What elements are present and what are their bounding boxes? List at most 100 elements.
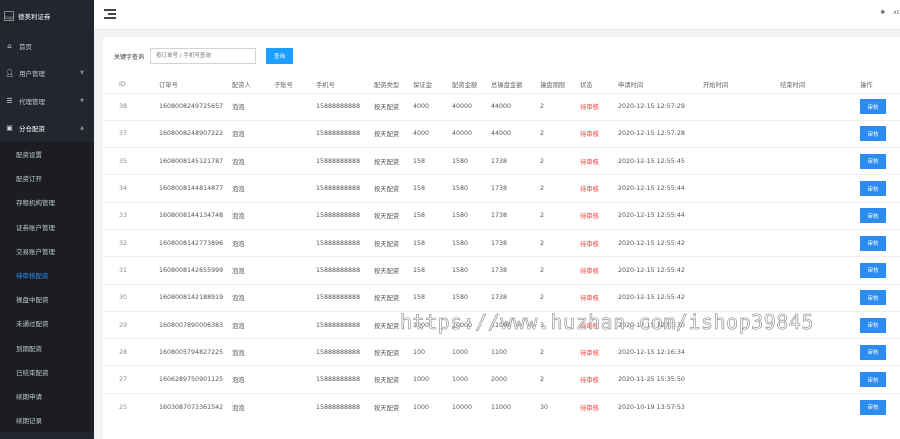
- review-button[interactable]: 审核: [860, 99, 886, 115]
- table-row[interactable]: 32 1608008142773896 泡泡 15888888888 按天配资 158 15…: [103, 228, 900, 257]
- cell-period: 2: [540, 256, 580, 285]
- cell-apply-time: 2020-12-15 12:51:30: [618, 310, 703, 339]
- sidebar-item-home[interactable]: ⌂ 首页: [0, 32, 94, 60]
- column-header[interactable]: 手机号: [316, 77, 374, 93]
- cell-period: 2: [540, 283, 580, 312]
- search-button[interactable]: 查询: [266, 48, 294, 64]
- cell-type: 按天配资: [374, 365, 413, 394]
- table-row[interactable]: 38 1608008249725657 泡泡 15888888888 按天配资 4000 4…: [103, 92, 900, 121]
- review-button[interactable]: 审核: [860, 208, 886, 224]
- cell-action: 审核: [860, 201, 900, 230]
- sidebar-subitem[interactable]: 配资设置: [0, 142, 94, 166]
- review-button[interactable]: 审核: [860, 153, 886, 169]
- column-header[interactable]: 子账号: [274, 77, 316, 93]
- sidebar-subitem[interactable]: 证券账户管理: [0, 215, 94, 239]
- cell-type: 按天配资: [374, 256, 413, 285]
- review-button[interactable]: 审核: [860, 262, 886, 278]
- sidebar-subitem[interactable]: 配资订开: [0, 166, 94, 190]
- cell-margin: 100: [413, 338, 452, 366]
- table-row[interactable]: 33 1608008144134748 泡泡 15888888888 按天配资 158 15…: [103, 201, 900, 230]
- status-badge: 待审核: [580, 228, 618, 257]
- review-button[interactable]: 审核: [860, 344, 886, 360]
- cell-order-no: 1608008142188919: [159, 283, 232, 312]
- table-row[interactable]: 31 1608008142655999 泡泡 15888888888 按天配资 158 15…: [103, 256, 900, 285]
- table-row[interactable]: 34 1608008144814877 泡泡 15888888888 按天配资 158 15…: [103, 174, 900, 203]
- cell-end-time: [780, 392, 860, 421]
- column-header[interactable]: 结束时间: [780, 77, 860, 93]
- cell-margin: 158: [413, 174, 452, 203]
- table-row[interactable]: 27 1606289750901125 泡泡 15888888888 按天配资 1000 1…: [103, 365, 900, 394]
- sidebar-subitem[interactable]: 操盘中配资: [0, 287, 94, 311]
- table-row[interactable]: 30 1608008142188919 泡泡 15888888888 按天配资 158 15…: [103, 283, 900, 312]
- user-name[interactable]: xc: [893, 9, 900, 16]
- cell-user: 泡泡: [232, 310, 274, 339]
- cell-amount: 1580: [452, 174, 491, 203]
- sidebar-subitem[interactable]: 续期记录: [0, 408, 94, 432]
- cell-id: 25: [103, 392, 159, 421]
- sidebar-subitem[interactable]: 已结束配资: [0, 360, 94, 384]
- review-button[interactable]: 审核: [860, 290, 886, 306]
- column-header[interactable]: 配资金额: [452, 77, 491, 93]
- cell-period: 2: [540, 201, 580, 230]
- logo[interactable]: logo 德美利证券: [0, 0, 94, 32]
- search-input[interactable]: [150, 48, 257, 64]
- cell-amount: 1000: [452, 365, 491, 394]
- sidebar-subitem-active[interactable]: 待审核配资: [0, 263, 94, 287]
- cell-end-time: [780, 147, 860, 175]
- cell-phone: 15888888888: [316, 338, 374, 366]
- sidebar-subitem[interactable]: 未通过配资: [0, 311, 94, 335]
- table-header-row: ID 订单号 配资人 子账号 手机号 配资类型 保证金 配资金额 总操盘金额 操…: [103, 77, 900, 93]
- cell-margin: 158: [413, 256, 452, 285]
- cell-apply-time: 2020-10-19 13:57:53: [618, 392, 703, 421]
- status-badge: 待审核: [580, 310, 618, 339]
- column-header[interactable]: 操盘期限: [540, 77, 580, 93]
- column-header[interactable]: 配资人: [232, 77, 274, 93]
- review-button[interactable]: 审核: [860, 235, 886, 251]
- review-button[interactable]: 审核: [860, 372, 886, 388]
- column-header[interactable]: 状态: [580, 77, 618, 93]
- cell-phone: 15888888888: [316, 310, 374, 339]
- cell-order-no: 1608007890006383: [159, 310, 232, 339]
- table-row[interactable]: 25 1603087073361542 泡泡 15888888888 按天配资 1000 1…: [103, 392, 900, 421]
- menu-toggle-icon[interactable]: [104, 9, 116, 19]
- column-header[interactable]: 订单号: [159, 77, 232, 93]
- sidebar-subitem[interactable]: 交易账户管理: [0, 239, 94, 263]
- sidebar-item-agent-management[interactable]: ☰ 代理管理 ▼: [0, 87, 94, 115]
- cell-user: 泡泡: [232, 365, 274, 394]
- column-header[interactable]: 配资类型: [374, 77, 413, 93]
- status-badge: 待审核: [580, 283, 618, 312]
- table-row[interactable]: 29 1608007890006383 泡泡 15888888888 按天配资 1000 1…: [103, 310, 900, 339]
- cell-phone: 15888888888: [316, 174, 374, 203]
- column-header[interactable]: 保证金: [413, 77, 452, 93]
- cell-action: 审核: [860, 174, 900, 203]
- sidebar-item-user-management[interactable]: 👤︎ 用户管理 ▼: [0, 60, 94, 88]
- table-row[interactable]: 35 1608008145121787 泡泡 15888888888 按天配资 158 15…: [103, 147, 900, 175]
- sidebar-item-margin-allocation[interactable]: ▣ 分仓配资 ▲: [0, 115, 94, 143]
- sidebar-subitem[interactable]: 续期申请: [0, 384, 94, 408]
- review-button[interactable]: 审核: [860, 399, 886, 415]
- settings-icon[interactable]: ✱: [880, 9, 885, 16]
- table-row[interactable]: 37 1608008248907222 泡泡 15888888888 按天配资 4000 4…: [103, 119, 900, 148]
- status-badge: 待审核: [580, 256, 618, 285]
- column-header[interactable]: 开始时间: [703, 77, 780, 93]
- review-button[interactable]: 审核: [860, 126, 886, 142]
- table-row[interactable]: 28 1608005794827225 泡泡 15888888888 按天配资 100 10…: [103, 338, 900, 366]
- cell-amount: 1580: [452, 228, 491, 257]
- sidebar-item-label: 用户管理: [19, 70, 45, 79]
- cell-id: 38: [103, 92, 159, 121]
- cell-total: 1738: [491, 256, 540, 285]
- topbar-right: ✱ xc: [880, 9, 900, 16]
- status-badge: 待审核: [580, 201, 618, 230]
- column-header[interactable]: 申请时间: [618, 77, 703, 93]
- column-header[interactable]: 总操盘金额: [491, 77, 540, 93]
- sidebar-subitem[interactable]: 到期配资: [0, 336, 94, 360]
- cell-start-time: [703, 174, 780, 203]
- cell-subaccount: [274, 256, 316, 285]
- review-button[interactable]: 审核: [860, 317, 886, 333]
- cell-id: 35: [103, 147, 159, 175]
- column-header[interactable]: ID: [103, 77, 159, 93]
- sidebar-subitem[interactable]: 存租机构管理: [0, 190, 94, 214]
- cell-id: 29: [103, 310, 159, 339]
- cell-period: 2: [540, 338, 580, 366]
- review-button[interactable]: 审核: [860, 181, 886, 197]
